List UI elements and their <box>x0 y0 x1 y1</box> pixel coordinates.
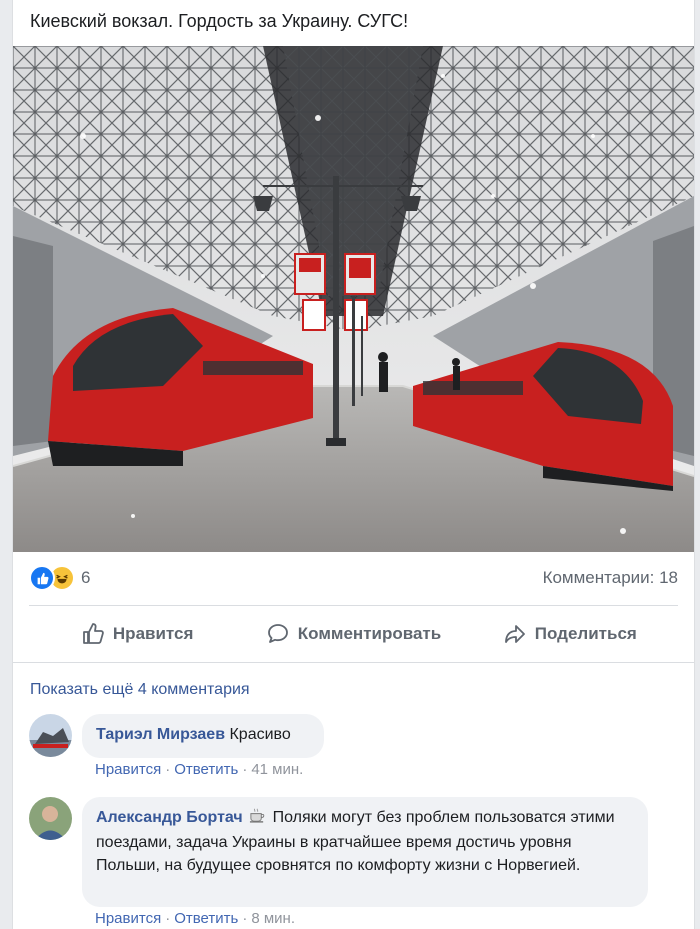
avatar[interactable] <box>29 797 72 840</box>
comment-bubble: Тариэл Мирзаев Красиво <box>82 714 324 758</box>
comment-author[interactable]: Александр Бортач <box>96 809 243 826</box>
avatar[interactable] <box>29 714 72 757</box>
comment-button[interactable]: Комментировать <box>245 612 461 656</box>
comment-like-link[interactable]: Нравится <box>95 910 161 927</box>
post-card: Киевский вокзал. Гордость за Украину. СУ… <box>12 0 695 929</box>
comment-meta: Нравится · Ответить · 41 мин. <box>95 761 304 778</box>
like-button[interactable]: Нравится <box>29 612 245 656</box>
comment-icon <box>267 624 288 643</box>
comment-author[interactable]: Тариэл Мирзаев <box>96 726 225 743</box>
comment-meta: Нравится · Ответить · 8 мин. <box>95 910 295 927</box>
share-label: Поделиться <box>534 624 637 643</box>
share-icon <box>504 625 525 643</box>
comment-text: Красиво <box>229 726 291 743</box>
show-more-comments-link[interactable]: Показать ещё 4 комментария <box>30 681 250 699</box>
reactions-count: 6 <box>81 568 91 587</box>
comment-label: Комментировать <box>297 624 442 643</box>
comment-bubble: Александр Бортач Поляки могут без пробле… <box>82 797 648 907</box>
like-label: Нравится <box>112 624 194 643</box>
reactions-summary[interactable]: 6 <box>29 565 90 591</box>
divider <box>29 605 678 606</box>
comment-time[interactable]: 8 мин. <box>251 910 295 927</box>
post-actions: Нравится Комментировать Поделиться <box>29 612 678 656</box>
comments-count-link[interactable]: Комментарии: 18 <box>543 568 678 588</box>
comment-reply-link[interactable]: Ответить <box>174 910 238 927</box>
comment-reply-link[interactable]: Ответить <box>174 761 238 778</box>
thumbs-up-icon <box>83 623 104 644</box>
comment-time[interactable]: 41 мин. <box>251 761 303 778</box>
coffee-icon <box>249 807 266 831</box>
share-button[interactable]: Поделиться <box>462 612 678 656</box>
like-icon <box>29 565 55 591</box>
comment-like-link[interactable]: Нравится <box>95 761 161 778</box>
post-photo[interactable] <box>13 46 694 552</box>
post-text: Киевский вокзал. Гордость за Украину. СУ… <box>30 11 409 31</box>
